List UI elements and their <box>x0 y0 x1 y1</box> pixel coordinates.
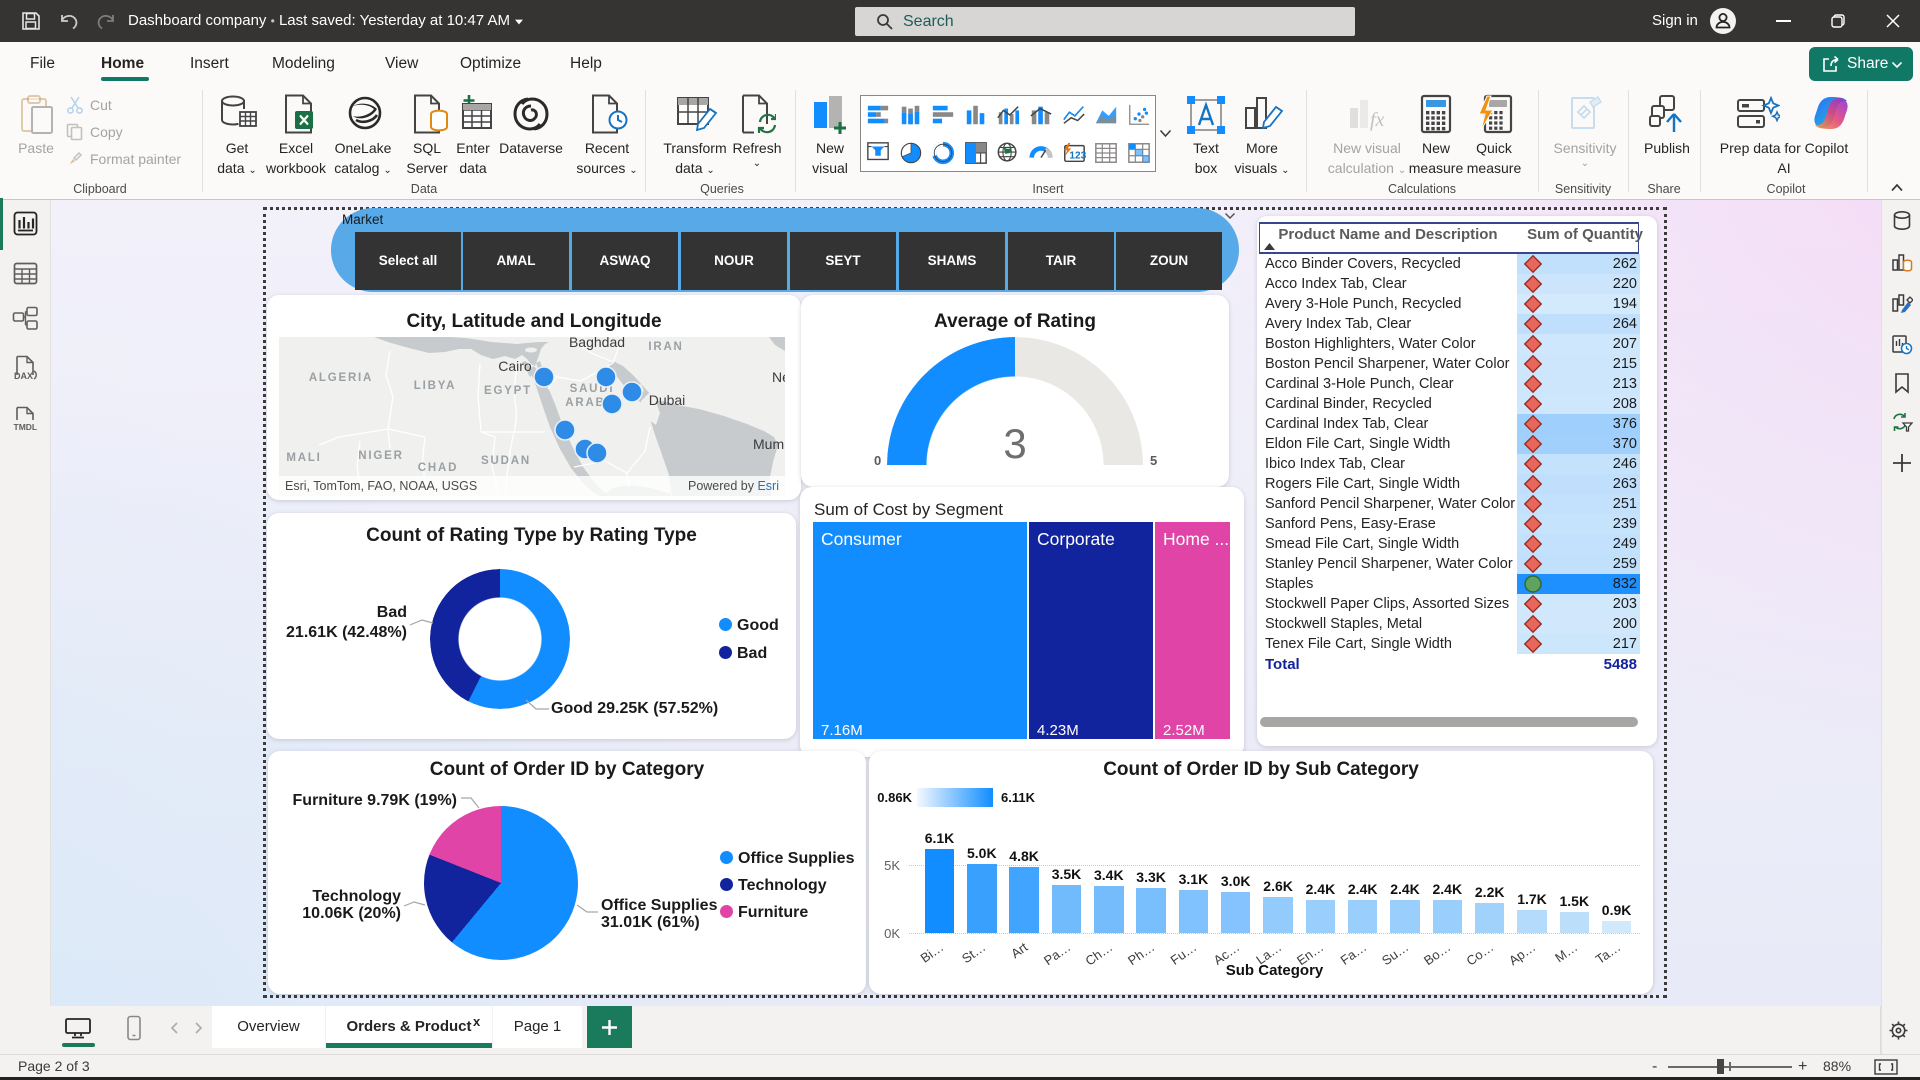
svg-text:Baghdad: Baghdad <box>569 337 625 350</box>
svg-text:NIGER: NIGER <box>358 450 403 462</box>
svg-text:fx: fx <box>1370 109 1385 131</box>
svg-text:MALI: MALI <box>286 452 321 464</box>
svg-text:Ne: Ne <box>772 369 785 385</box>
svg-text:ALGERIA: ALGERIA <box>309 372 373 384</box>
svg-text:Dubai: Dubai <box>649 392 686 408</box>
svg-text:TMDL: TMDL <box>14 422 38 432</box>
svg-text:IRAN: IRAN <box>648 341 683 353</box>
svg-text:123: 123 <box>1069 151 1086 162</box>
svg-text:Esri, TomTom, FAO, NOAA, USGS: Esri, TomTom, FAO, NOAA, USGS <box>285 479 477 493</box>
svg-text:LIBYA: LIBYA <box>414 380 456 392</box>
svg-text:DAX: DAX <box>14 371 33 381</box>
svg-text:Mumb: Mumb <box>753 436 785 452</box>
svg-text:SUDAN: SUDAN <box>481 455 531 467</box>
svg-text:CHAD: CHAD <box>418 462 458 474</box>
svg-text:EGYPT: EGYPT <box>484 385 532 397</box>
svg-text:Powered by Esri: Powered by Esri <box>688 479 779 493</box>
svg-text:Cairo: Cairo <box>498 358 532 374</box>
